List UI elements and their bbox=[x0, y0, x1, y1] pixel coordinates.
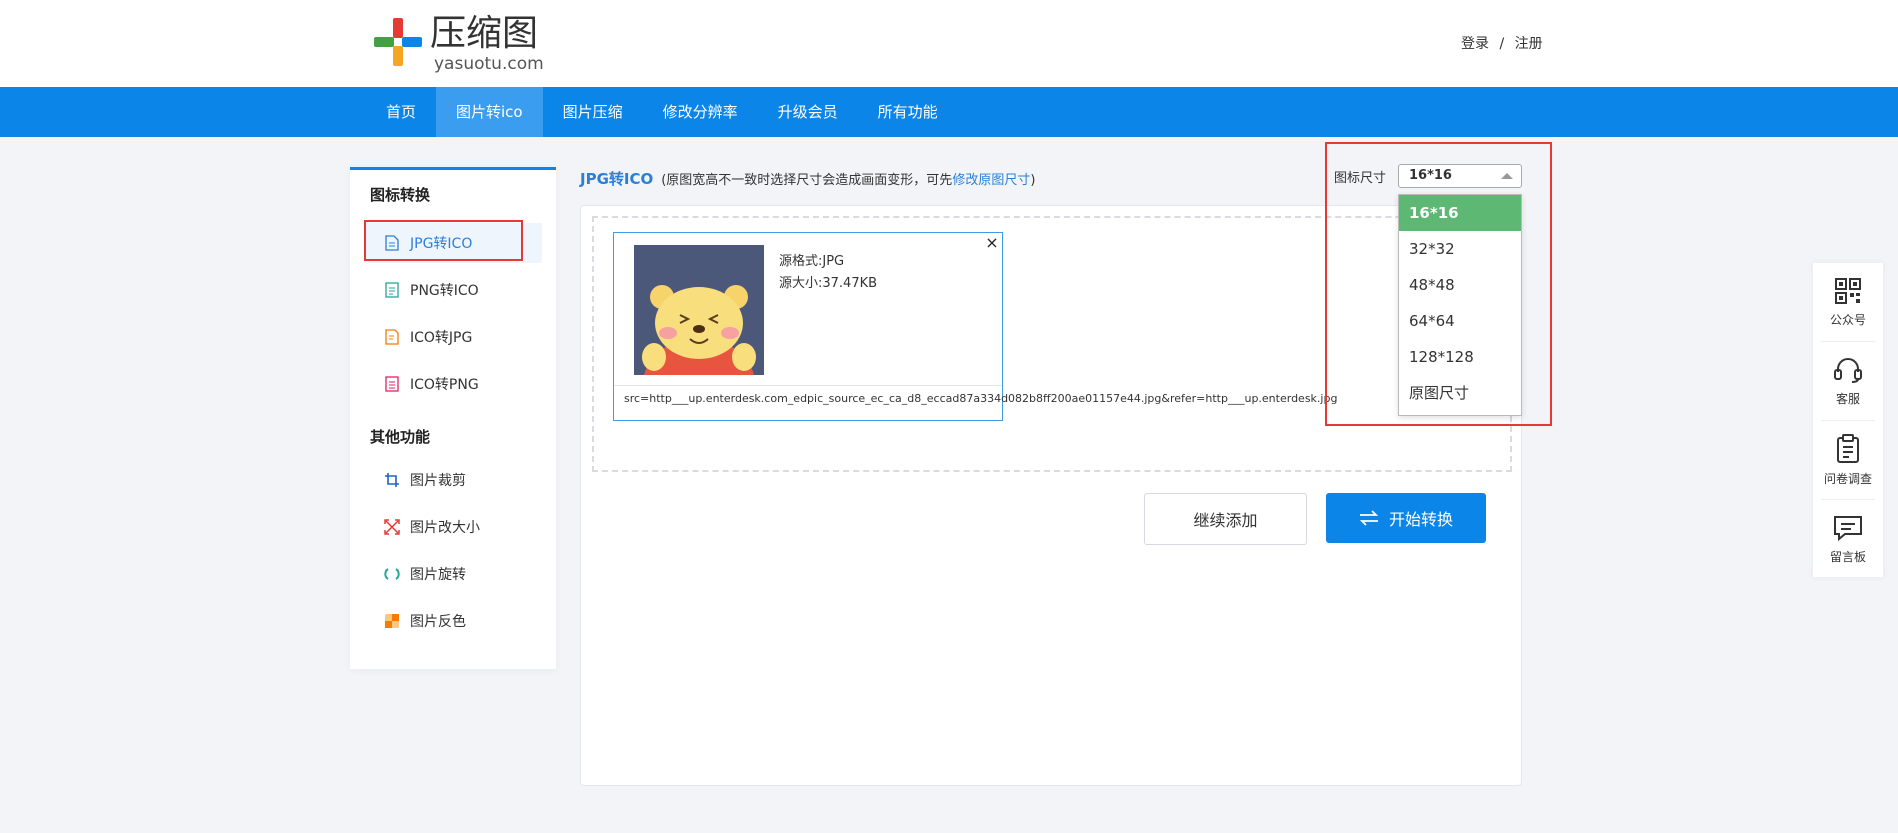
float-item-label: 公众号 bbox=[1829, 312, 1866, 327]
nav-item-resolution[interactable]: 修改分辨率 bbox=[643, 87, 758, 137]
file-card: × 源格式:JPG 源大小:37.47KB src=http___up.ente… bbox=[613, 232, 1337, 421]
float-item-label: 留言板 bbox=[1829, 549, 1866, 564]
size-label: 图标尺寸 bbox=[1334, 171, 1387, 186]
hint-prefix: (原图宽高不一致时选择尺寸会造成画面变形，可先 bbox=[661, 173, 953, 188]
file-format: 源格式:JPG bbox=[779, 254, 845, 269]
logo-title: 压缩图 bbox=[430, 13, 539, 54]
remove-file-button[interactable]: × bbox=[984, 233, 1000, 253]
nav-item-home[interactable]: 首页 bbox=[366, 87, 436, 137]
nav-item-image-to-ico[interactable]: 图片转ico bbox=[436, 87, 543, 137]
qrcode-icon bbox=[1835, 277, 1861, 304]
continue-add-button[interactable]: 继续添加 bbox=[1144, 493, 1307, 545]
float-item-label: 客服 bbox=[1835, 391, 1860, 406]
nav-item-upgrade[interactable]: 升级会员 bbox=[758, 87, 858, 137]
float-item-survey[interactable]: 问卷调查 bbox=[1813, 421, 1883, 499]
edit-size-link[interactable]: 修改原图尺寸 bbox=[952, 173, 1030, 188]
size-select[interactable]: 16*16 bbox=[1398, 164, 1522, 188]
start-convert-button[interactable]: 开始转换 bbox=[1326, 493, 1486, 543]
size-option-32[interactable]: 32*32 bbox=[1399, 231, 1521, 267]
document-icon bbox=[384, 235, 400, 251]
register-link[interactable]: 注册 bbox=[1515, 36, 1543, 52]
sidebar-group-icon-convert: 图标转换 bbox=[370, 186, 431, 204]
caret-up-icon bbox=[1501, 173, 1513, 179]
sidebar-item-resize[interactable]: 图片改大小 bbox=[364, 507, 542, 547]
size-dropdown-list: 16*16 32*32 48*48 64*64 128*128 原图尺寸 bbox=[1398, 194, 1522, 416]
size-option-128[interactable]: 128*128 bbox=[1399, 339, 1521, 375]
main-title: JPG转ICO (原图宽高不一致时选择尺寸会造成画面变形，可先修改原图尺寸) bbox=[580, 168, 1035, 189]
rotate-icon bbox=[384, 566, 400, 582]
clipboard-icon bbox=[1837, 433, 1859, 463]
header: 压缩图 yasuotu.com 登录 / 注册 bbox=[0, 0, 1898, 87]
sidebar-item-label: 图片反色 bbox=[410, 614, 466, 630]
document-icon bbox=[384, 376, 400, 392]
float-item-service[interactable]: 客服 bbox=[1813, 342, 1883, 420]
file-divider bbox=[614, 385, 1002, 386]
login-link[interactable]: 登录 bbox=[1461, 36, 1489, 52]
float-item-wechat[interactable]: 公众号 bbox=[1813, 263, 1883, 341]
resize-icon bbox=[384, 519, 400, 535]
float-item-label: 问卷调查 bbox=[1823, 471, 1872, 486]
auth-links: 登录 / 注册 bbox=[1461, 33, 1543, 53]
logo[interactable]: 压缩图 yasuotu.com bbox=[374, 13, 544, 74]
nav-item-compress[interactable]: 图片压缩 bbox=[543, 87, 643, 137]
sidebar-item-ico-to-jpg[interactable]: ICO转JPG bbox=[364, 317, 542, 357]
document-edit-icon bbox=[384, 329, 400, 345]
sidebar-item-invert[interactable]: 图片反色 bbox=[364, 601, 542, 641]
float-item-message-board[interactable]: 留言板 bbox=[1813, 500, 1883, 578]
sidebar-item-label: PNG转ICO bbox=[410, 283, 479, 299]
sidebar-item-crop[interactable]: 图片裁剪 bbox=[364, 460, 542, 500]
sidebar-item-png-to-ico[interactable]: PNG转ICO bbox=[364, 270, 542, 310]
sidebar-group-other: 其他功能 bbox=[370, 428, 431, 446]
size-option-64[interactable]: 64*64 bbox=[1399, 303, 1521, 339]
crop-icon bbox=[384, 472, 400, 488]
sidebar-item-jpg-to-ico[interactable]: JPG转ICO bbox=[364, 223, 542, 263]
headset-icon bbox=[1834, 357, 1862, 383]
file-size: 源大小:37.47KB bbox=[779, 276, 878, 291]
size-option-16[interactable]: 16*16 bbox=[1399, 195, 1521, 231]
size-option-original[interactable]: 原图尺寸 bbox=[1399, 375, 1521, 411]
message-icon bbox=[1834, 515, 1862, 541]
sidebar-item-label: JPG转ICO bbox=[410, 236, 473, 252]
sidebar-item-label: 图片旋转 bbox=[410, 567, 466, 583]
sidebar-item-label: ICO转PNG bbox=[410, 377, 479, 393]
sidebar-item-rotate[interactable]: 图片旋转 bbox=[364, 554, 542, 594]
size-option-48[interactable]: 48*48 bbox=[1399, 267, 1521, 303]
file-meta: 源格式:JPG 源大小:37.47KB bbox=[779, 251, 877, 295]
document-icon bbox=[384, 282, 400, 298]
logo-subtitle: yasuotu.com bbox=[434, 54, 544, 74]
nav-item-all-features[interactable]: 所有功能 bbox=[858, 87, 958, 137]
bear-image bbox=[634, 245, 764, 375]
sidebar-item-ico-to-png[interactable]: ICO转PNG bbox=[364, 364, 542, 404]
main-nav: 首页 图片转ico 图片压缩 修改分辨率 升级会员 所有功能 bbox=[0, 87, 1898, 137]
sidebar-item-label: 图片改大小 bbox=[410, 520, 480, 536]
sidebar: 图标转换 JPG转ICO PNG转ICO ICO转JPG ICO转PNG 其他功… bbox=[350, 167, 556, 669]
file-thumbnail bbox=[634, 245, 764, 375]
auth-separator: / bbox=[1499, 36, 1505, 52]
hint-suffix: ) bbox=[1030, 173, 1036, 188]
start-convert-label: 开始转换 bbox=[1388, 510, 1453, 529]
invert-icon bbox=[384, 613, 400, 629]
float-toolbar: 公众号 客服 问卷调查 留言板 bbox=[1813, 263, 1883, 577]
page-title: JPG转ICO bbox=[580, 170, 654, 188]
nav-items: 首页 图片转ico 图片压缩 修改分辨率 升级会员 所有功能 bbox=[366, 87, 958, 137]
swap-arrows-icon bbox=[1359, 510, 1379, 526]
sidebar-item-label: 图片裁剪 bbox=[410, 473, 466, 489]
logo-cross-icon bbox=[374, 18, 422, 66]
file-source: src=http___up.enterdesk.com_edpic_source… bbox=[624, 392, 1338, 405]
size-select-value: 16*16 bbox=[1409, 168, 1452, 183]
sidebar-item-label: ICO转JPG bbox=[410, 330, 473, 346]
